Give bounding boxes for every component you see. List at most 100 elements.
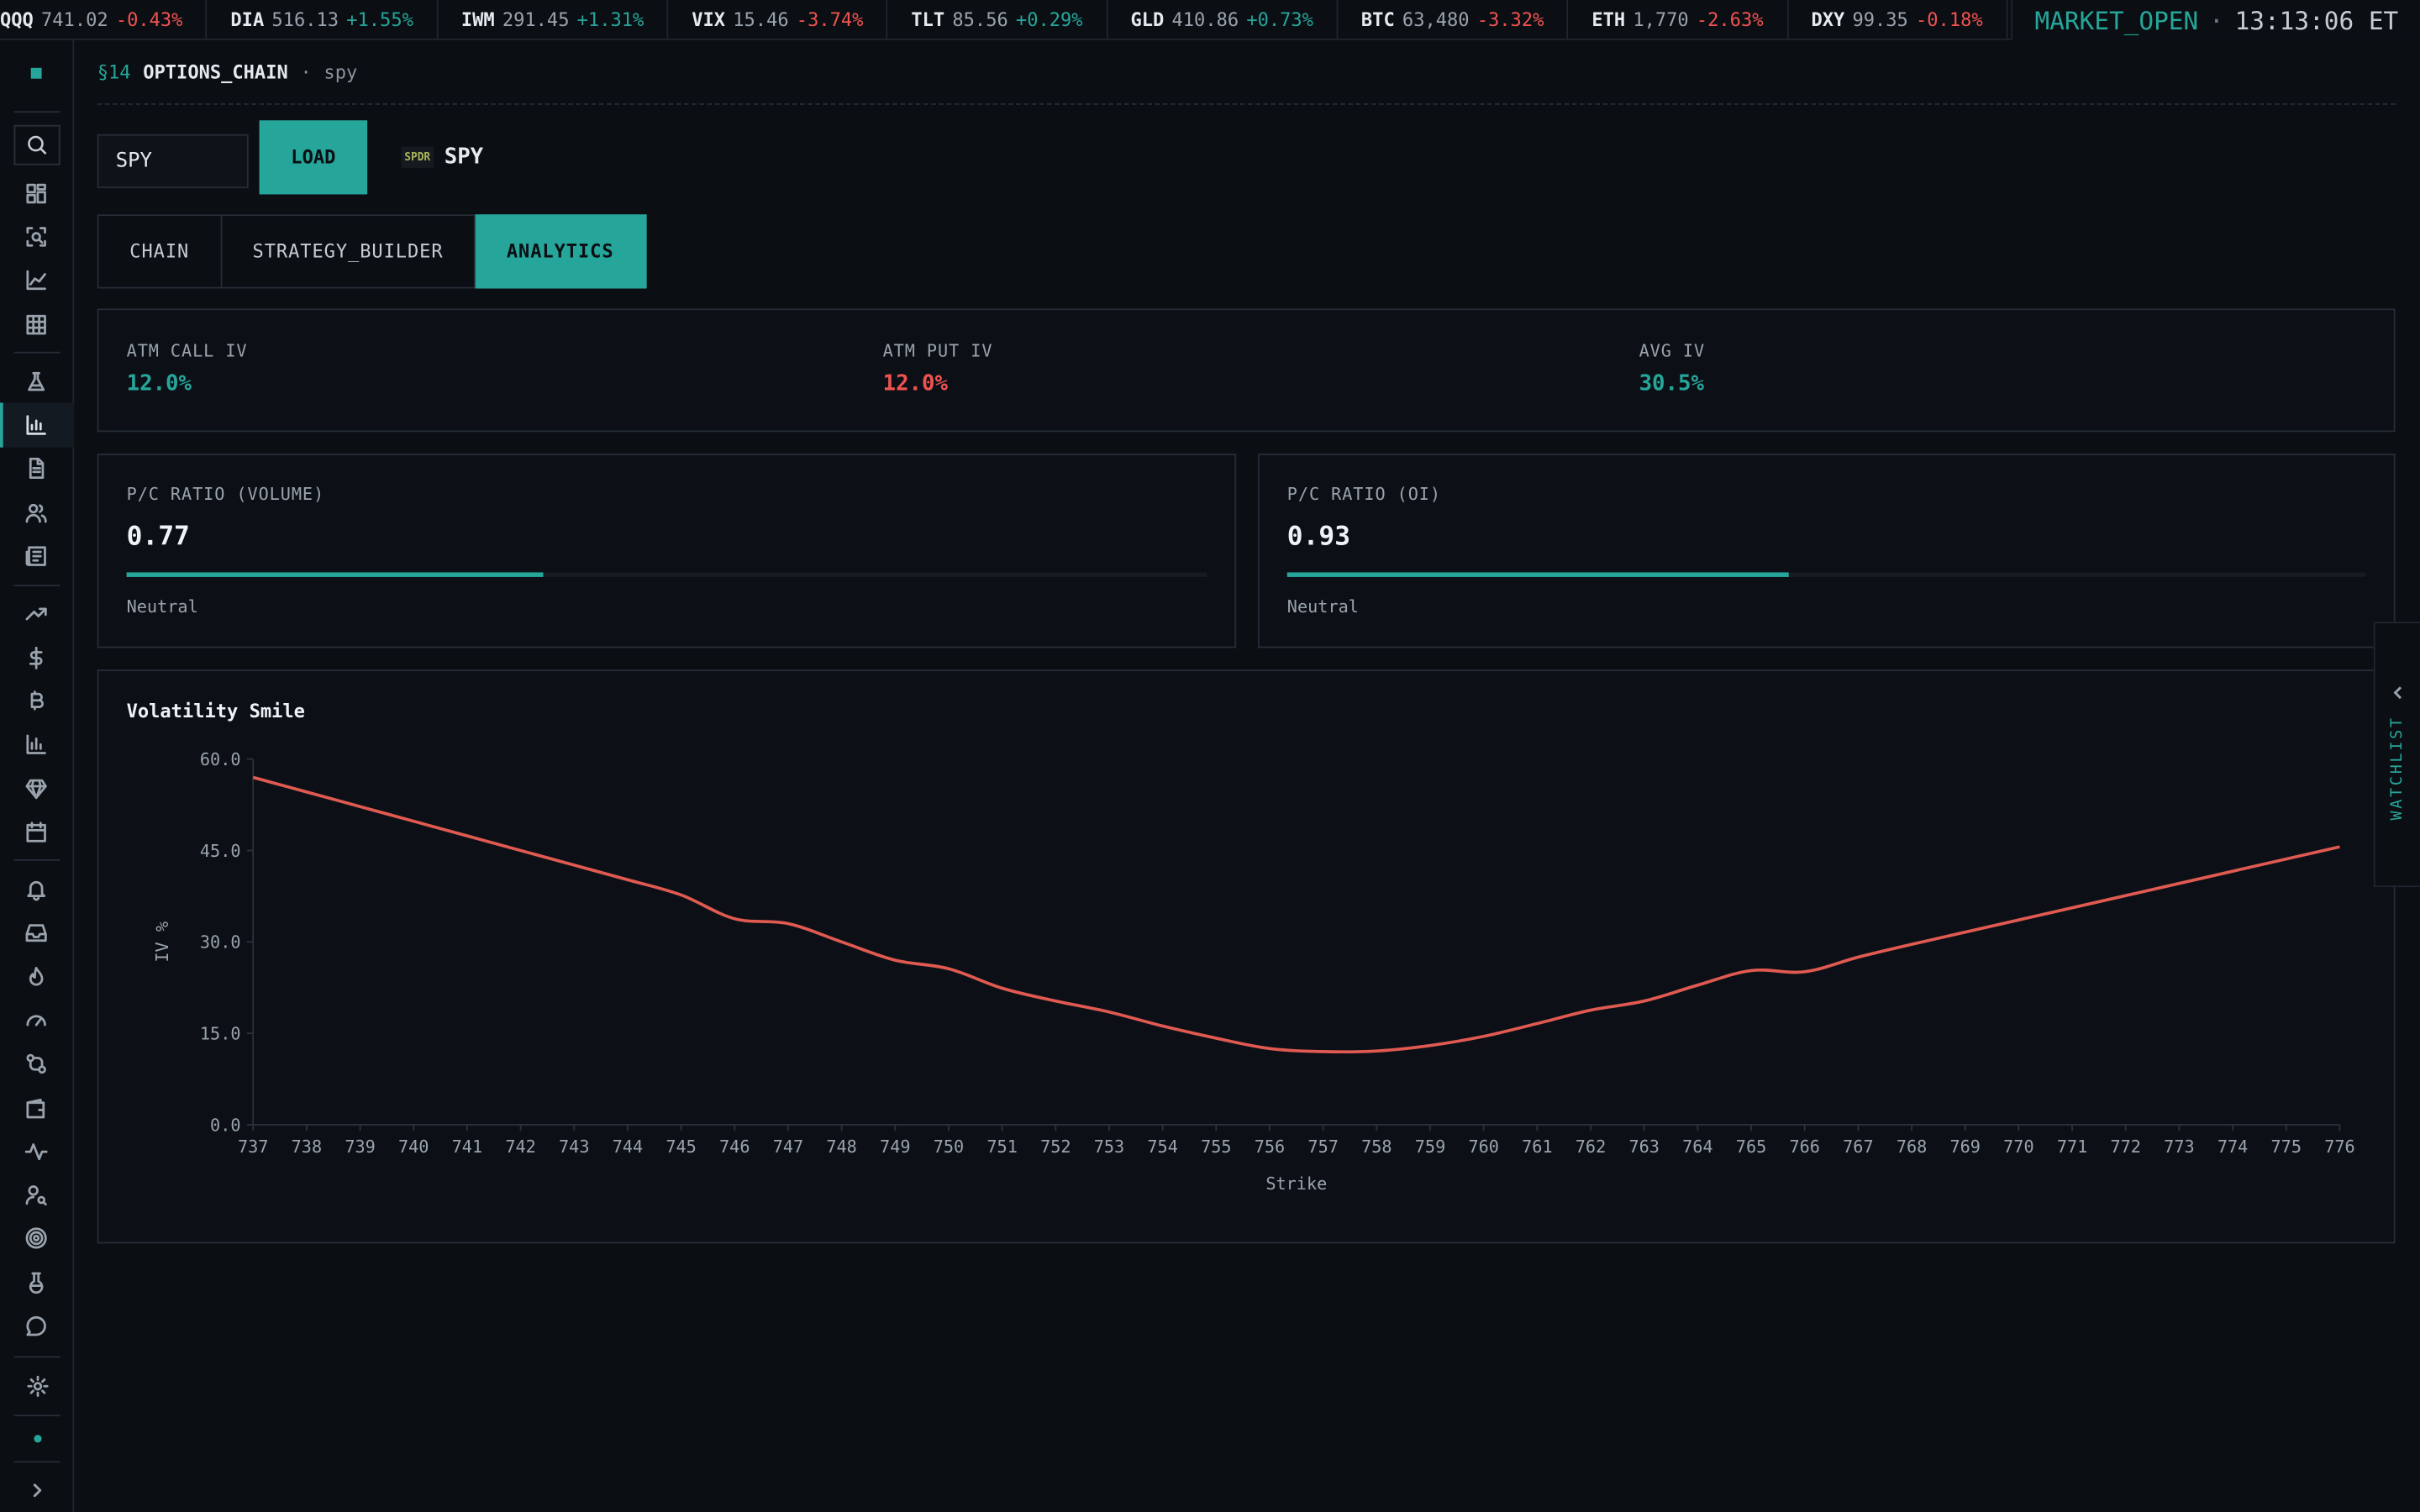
pc-ratio-volume-card: P/C RATIO (VOLUME) 0.77 Neutral — [97, 453, 1237, 648]
x-tick-label: 748 — [826, 1137, 856, 1157]
symbol-input[interactable] — [97, 134, 249, 189]
x-tick-label: 754 — [1147, 1137, 1177, 1157]
x-tick-label: 739 — [345, 1137, 375, 1157]
x-tick-label: 772 — [2111, 1137, 2141, 1157]
ticker-price: 741.02 — [41, 8, 108, 30]
ticker-symbol: IWM — [460, 8, 495, 30]
ticker-change: -0.18% — [1916, 8, 1983, 30]
atm-put-iv-value: 12.0% — [882, 371, 949, 397]
iv-smile-line — [252, 775, 2340, 1054]
sidebar-item-bitcoin[interactable] — [0, 680, 73, 723]
atm-put-iv-label: ATM PUT IV — [882, 340, 993, 361]
y-tick-label: 60.0 — [200, 749, 241, 769]
x-tick-label: 761 — [1522, 1137, 1552, 1157]
sidebar-item-inbox[interactable] — [0, 911, 73, 955]
sidebar-item-chat[interactable] — [0, 1305, 73, 1348]
sidebar-item-swap[interactable] — [0, 1042, 73, 1086]
sidebar-item-bell[interactable] — [0, 868, 73, 911]
sidebar-item-wallet[interactable] — [0, 1086, 73, 1130]
sidebar-item-bar-chart[interactable] — [0, 403, 74, 448]
sidebar-item-beaker[interactable] — [0, 1261, 73, 1305]
atm-put-iv: ATM PUT IV 12.0% — [883, 341, 993, 396]
swap-icon — [26, 1054, 46, 1074]
sidebar-item-diamond[interactable] — [0, 767, 73, 811]
symbol-loader: LOAD SPDR SPY — [97, 120, 483, 195]
ticker-item[interactable]: TLT 85.56 +0.29% — [888, 0, 1107, 39]
ticker-price: 291.45 — [502, 8, 570, 30]
search-button[interactable] — [13, 124, 60, 165]
page-header: §14 OPTIONS_CHAIN · spy — [97, 40, 2396, 105]
activity-icon — [24, 1142, 48, 1160]
x-tick-label: 762 — [1576, 1137, 1606, 1157]
sidebar-item-chart-bars[interactable] — [0, 723, 73, 767]
x-tick-label: 743 — [559, 1137, 589, 1157]
calendar-icon — [26, 821, 46, 843]
ticker-item[interactable]: GLD 410.86 +0.73% — [1107, 0, 1339, 39]
pc-volume-label: P/C RATIO (VOLUME) — [126, 484, 325, 505]
sidebar-item-settings[interactable] — [0, 1364, 74, 1408]
scan-icon — [26, 227, 46, 247]
sidebar-item-user-search[interactable] — [0, 1173, 73, 1217]
dollar-icon — [29, 646, 43, 669]
sidebar-item-table[interactable] — [0, 302, 73, 346]
x-tick-label: 741 — [452, 1137, 482, 1157]
sidebar-divider — [13, 859, 60, 862]
sidebar-item-line-chart[interactable] — [0, 259, 73, 302]
tab-chain[interactable]: CHAIN — [97, 214, 222, 289]
sidebar-item-calendar[interactable] — [0, 811, 73, 854]
pc-volume-bar — [126, 572, 1207, 577]
ticker-symbol: GLD — [1130, 8, 1165, 30]
sidebar-item-flame[interactable] — [0, 955, 73, 999]
y-tick-label: 0.0 — [210, 1115, 240, 1135]
tab-bar: CHAIN STRATEGY_BUILDER ANALYTICS — [97, 214, 647, 289]
sidebar-item-activity[interactable] — [0, 1130, 73, 1173]
sidebar-item-grid[interactable] — [0, 171, 73, 215]
section-number: §14 — [97, 60, 131, 83]
ticker-symbol: VIX — [692, 8, 726, 30]
load-button[interactable]: LOAD — [259, 120, 368, 195]
ticker-price: 410.86 — [1171, 8, 1239, 30]
ticker-symbol: BTC — [1360, 8, 1395, 30]
tab-strategy-builder[interactable]: STRATEGY_BUILDER — [221, 214, 476, 289]
pc-oi-bar-fill — [1286, 572, 1789, 577]
x-tick-label: 769 — [1949, 1137, 1980, 1157]
ticker-item[interactable]: ETH 1,770 -2.63% — [1569, 0, 1788, 39]
ticker-item[interactable]: IWM 291.45 +1.31% — [438, 0, 669, 39]
search-icon — [27, 135, 46, 155]
sidebar-item-document[interactable] — [0, 447, 73, 491]
x-tick-label: 755 — [1201, 1137, 1231, 1157]
sidebar-item-target[interactable] — [0, 1217, 73, 1261]
watchlist-toggle[interactable]: WATCHLIST — [2373, 622, 2420, 888]
sidebar-item-scan[interactable] — [0, 215, 73, 259]
x-tick-label: 756 — [1255, 1137, 1285, 1157]
x-tick-label: 763 — [1628, 1137, 1659, 1157]
tab-analytics[interactable]: ANALYTICS — [476, 214, 647, 289]
ticker-change: -0.43% — [115, 8, 183, 30]
ticker-item[interactable]: BTC 63,480 -3.32% — [1338, 0, 1569, 39]
ticker-item[interactable]: VIX 15.46 -3.74% — [669, 0, 888, 39]
x-axis-label: Strike — [1265, 1173, 1327, 1194]
sidebar-item-gauge[interactable] — [0, 999, 73, 1042]
sidebar-item-trending[interactable] — [0, 592, 73, 636]
volatility-smile-card: Volatility Smile 0.0 15.0 30.0 45.0 60.0 737 7… — [97, 669, 2396, 1244]
ticker-item[interactable]: QQQ 741.02 -0.43% — [0, 0, 208, 39]
sidebar-item-users[interactable] — [0, 491, 73, 534]
ticker-item[interactable]: DXY 99.35 -0.18% — [1788, 0, 2008, 39]
ticker-item[interactable]: DIA 516.13 +1.55% — [208, 0, 439, 39]
ticker-symbol: DXY — [1811, 8, 1845, 30]
pc-volume-value: 0.77 — [126, 521, 190, 553]
trending-icon — [25, 608, 47, 621]
bell-icon — [27, 881, 46, 901]
expand-sidebar-button[interactable] — [0, 1468, 74, 1512]
sidebar-item-news[interactable] — [0, 534, 73, 578]
pc-ratio-oi-card: P/C RATIO (OI) 0.93 Neutral — [1257, 453, 2396, 648]
header-separator: · — [300, 60, 312, 83]
app-logo[interactable] — [0, 40, 73, 105]
x-tick-label: 752 — [1040, 1137, 1071, 1157]
ticker-change: +0.73% — [1246, 8, 1313, 30]
sidebar-item-dollar[interactable] — [0, 636, 73, 680]
sidebar-item-flask[interactable] — [0, 360, 73, 403]
instrument-badge: SPDR SPY — [401, 145, 483, 170]
main-content: §14 OPTIONS_CHAIN · spy LOAD SPDR SPY CH… — [97, 40, 2396, 1244]
flame-icon — [29, 966, 44, 985]
